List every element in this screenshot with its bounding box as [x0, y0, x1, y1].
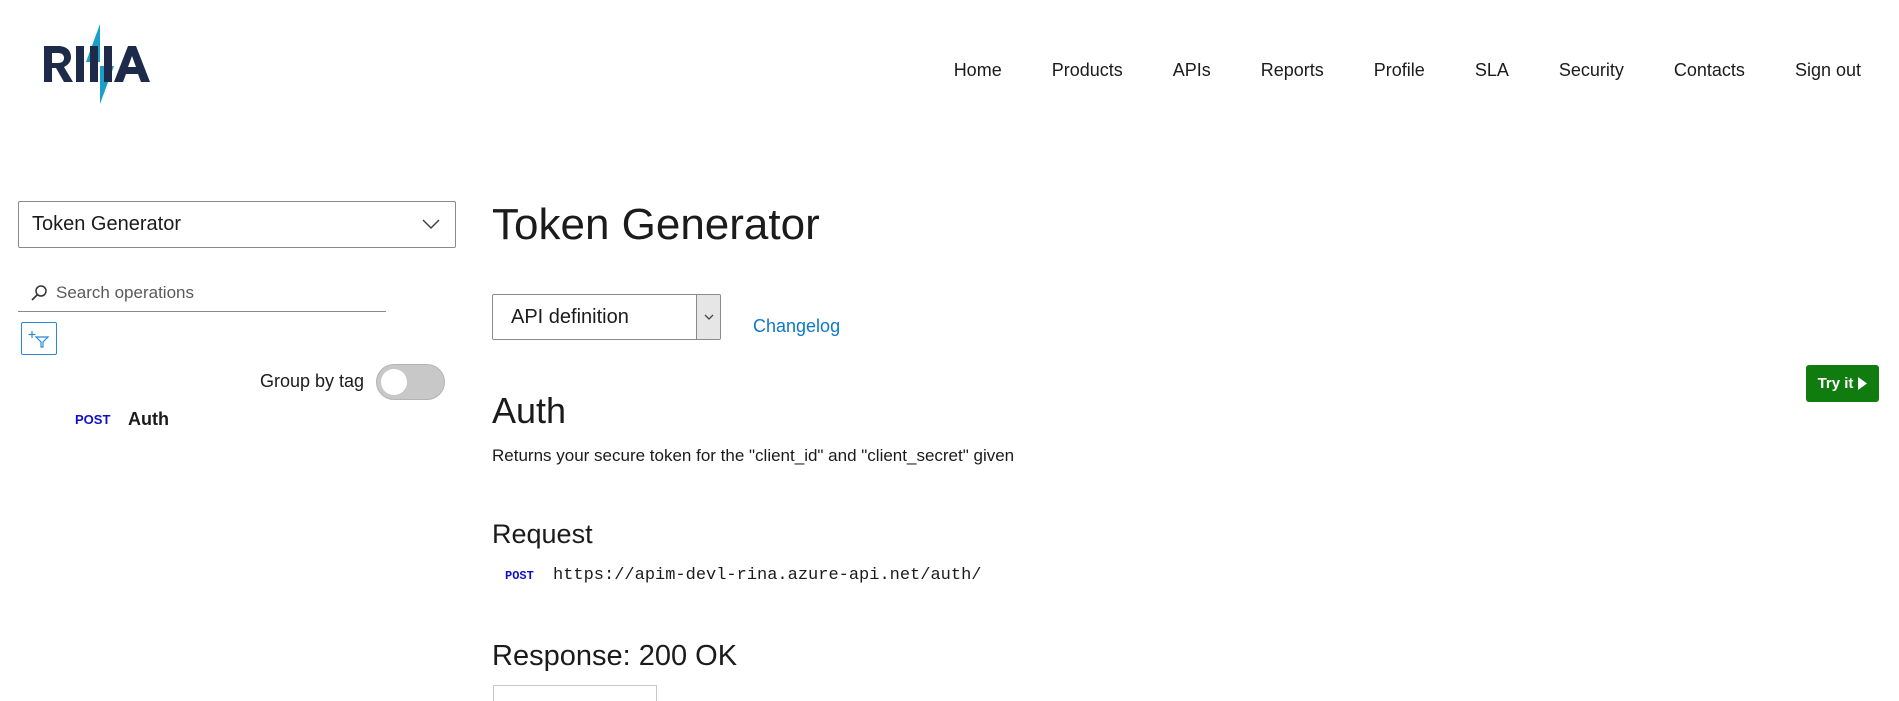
chevron-down-icon: [704, 314, 713, 320]
changelog-link[interactable]: Changelog: [753, 316, 840, 337]
rina-logo-icon: [44, 24, 150, 104]
search-icon: [31, 284, 47, 301]
nav-products[interactable]: Products: [1052, 58, 1123, 82]
nav-sign-out[interactable]: Sign out: [1795, 58, 1861, 82]
api-definition-value: API definition: [511, 305, 629, 328]
select-arrow: [696, 295, 720, 339]
nav-sla[interactable]: SLA: [1475, 58, 1509, 82]
operation-method-badge: POST: [75, 412, 111, 427]
search-box: [18, 274, 386, 312]
request-line: POST https://apim-devl-rina.azure-api.ne…: [505, 566, 981, 585]
filter-icon: [28, 330, 50, 348]
group-by-tag-toggle[interactable]: [376, 364, 445, 400]
try-it-label: Try it: [1817, 375, 1854, 392]
operation-name: Auth: [128, 409, 169, 429]
page: Home Products APIs Reports Profile SLA S…: [0, 0, 1899, 701]
operation-title: Auth: [492, 390, 567, 431]
response-heading: Response: 200 OK: [492, 640, 738, 672]
chevron-down-icon: [422, 219, 440, 230]
rina-logo[interactable]: [42, 22, 152, 104]
request-url: https://apim-devl-rina.azure-api.net/aut…: [553, 566, 982, 585]
nav-security[interactable]: Security: [1559, 58, 1624, 82]
page-title: Token Generator: [492, 200, 820, 249]
nav-reports[interactable]: Reports: [1261, 58, 1324, 82]
toggle-knob: [381, 369, 407, 395]
search-operations-input[interactable]: [56, 282, 356, 303]
group-by-tag-label: Group by tag: [260, 371, 365, 391]
nav-apis[interactable]: APIs: [1173, 58, 1211, 82]
play-icon: [1858, 377, 1868, 390]
filter-button[interactable]: [21, 322, 57, 355]
api-select[interactable]: Token Generator: [18, 201, 456, 248]
response-tab-box: [493, 685, 657, 701]
try-it-button[interactable]: Try it: [1806, 365, 1879, 402]
request-heading: Request: [492, 519, 593, 549]
nav-profile[interactable]: Profile: [1374, 58, 1425, 82]
top-nav: Home Products APIs Reports Profile SLA S…: [904, 58, 1861, 82]
api-select-value: Token Generator: [32, 213, 181, 235]
nav-home[interactable]: Home: [954, 58, 1002, 82]
api-definition-select[interactable]: API definition: [492, 294, 721, 340]
request-method-badge: POST: [505, 568, 534, 583]
operation-description: Returns your secure token for the "clien…: [492, 446, 1015, 465]
operation-item-auth[interactable]: POST Auth: [75, 409, 169, 430]
nav-contacts[interactable]: Contacts: [1674, 58, 1745, 82]
